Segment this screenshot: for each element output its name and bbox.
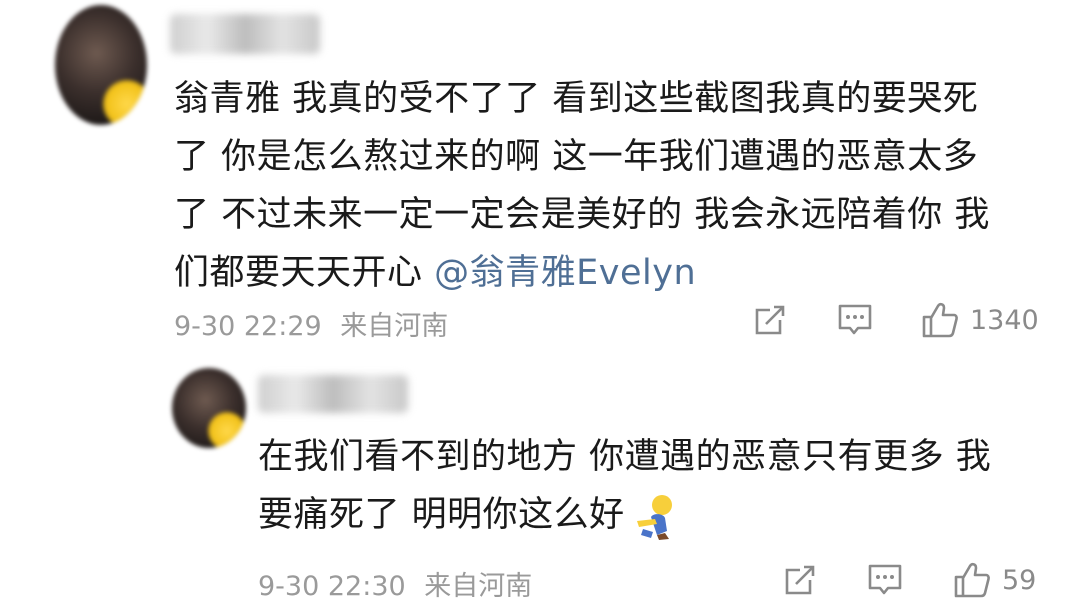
mention-link[interactable]: @翁青雅Evelyn bbox=[434, 253, 696, 293]
comment-text: 在我们看不到的地方 你遭遇的恶意只有更多 我 要痛死了 明明你这么好 bbox=[258, 428, 991, 544]
comment-text-line: 在我们看不到的地方 你遭遇的恶意只有更多 我 bbox=[258, 437, 992, 477]
comment-text-line: 了 你是怎么熬过来的啊 这一年我们遭遇的恶意太多 bbox=[174, 137, 979, 177]
like-count: 1340 bbox=[970, 304, 1039, 336]
timestamp: 9-30 22:29 bbox=[174, 311, 322, 342]
repost-icon bbox=[785, 565, 815, 595]
comment-text-line: 了 不过未来一定一定会是美好的 我会永远陪着你 我 bbox=[174, 195, 990, 235]
location: 来自河南 bbox=[424, 571, 533, 602]
comment-icon bbox=[868, 564, 902, 595]
username[interactable] bbox=[258, 375, 408, 413]
hug-emoji-icon bbox=[636, 495, 672, 540]
comment-text-segment: 要痛死了 明明你这么好 bbox=[258, 495, 625, 535]
verified-badge-icon bbox=[103, 80, 147, 125]
timestamp: 9-30 22:30 bbox=[258, 571, 406, 602]
repost-button[interactable] bbox=[752, 302, 788, 338]
location: 来自河南 bbox=[340, 311, 449, 342]
username[interactable] bbox=[170, 14, 320, 54]
repost-icon bbox=[755, 305, 785, 335]
like-icon bbox=[954, 562, 990, 598]
verified-badge-icon bbox=[208, 412, 246, 448]
comment-button[interactable] bbox=[836, 302, 874, 338]
comment-text-segment: 们都要天天开心 bbox=[174, 253, 435, 293]
repost-button[interactable] bbox=[782, 562, 818, 598]
comment-meta: 9-30 22:30 来自河南 bbox=[258, 564, 532, 603]
avatar[interactable] bbox=[55, 5, 147, 125]
avatar[interactable] bbox=[172, 368, 246, 448]
comment-text-line: 要痛死了 明明你这么好 bbox=[258, 486, 991, 544]
like-button[interactable]: 59 bbox=[952, 560, 1036, 600]
like-button[interactable]: 1340 bbox=[920, 300, 1039, 340]
comment-text: 翁青雅 我真的受不了了 看到这些截图我真的要哭死 了 你是怎么熬过来的啊 这一年… bbox=[174, 70, 990, 302]
like-icon bbox=[922, 302, 958, 338]
like-count: 59 bbox=[1002, 564, 1037, 596]
comment-text-line: 们都要天天开心 @翁青雅Evelyn bbox=[174, 244, 990, 302]
comment-icon bbox=[838, 304, 872, 335]
comment-meta: 9-30 22:29 来自河南 bbox=[174, 304, 448, 343]
comment-text-line: 翁青雅 我真的受不了了 看到这些截图我真的要哭死 bbox=[174, 79, 979, 119]
comment-button[interactable] bbox=[866, 562, 904, 598]
